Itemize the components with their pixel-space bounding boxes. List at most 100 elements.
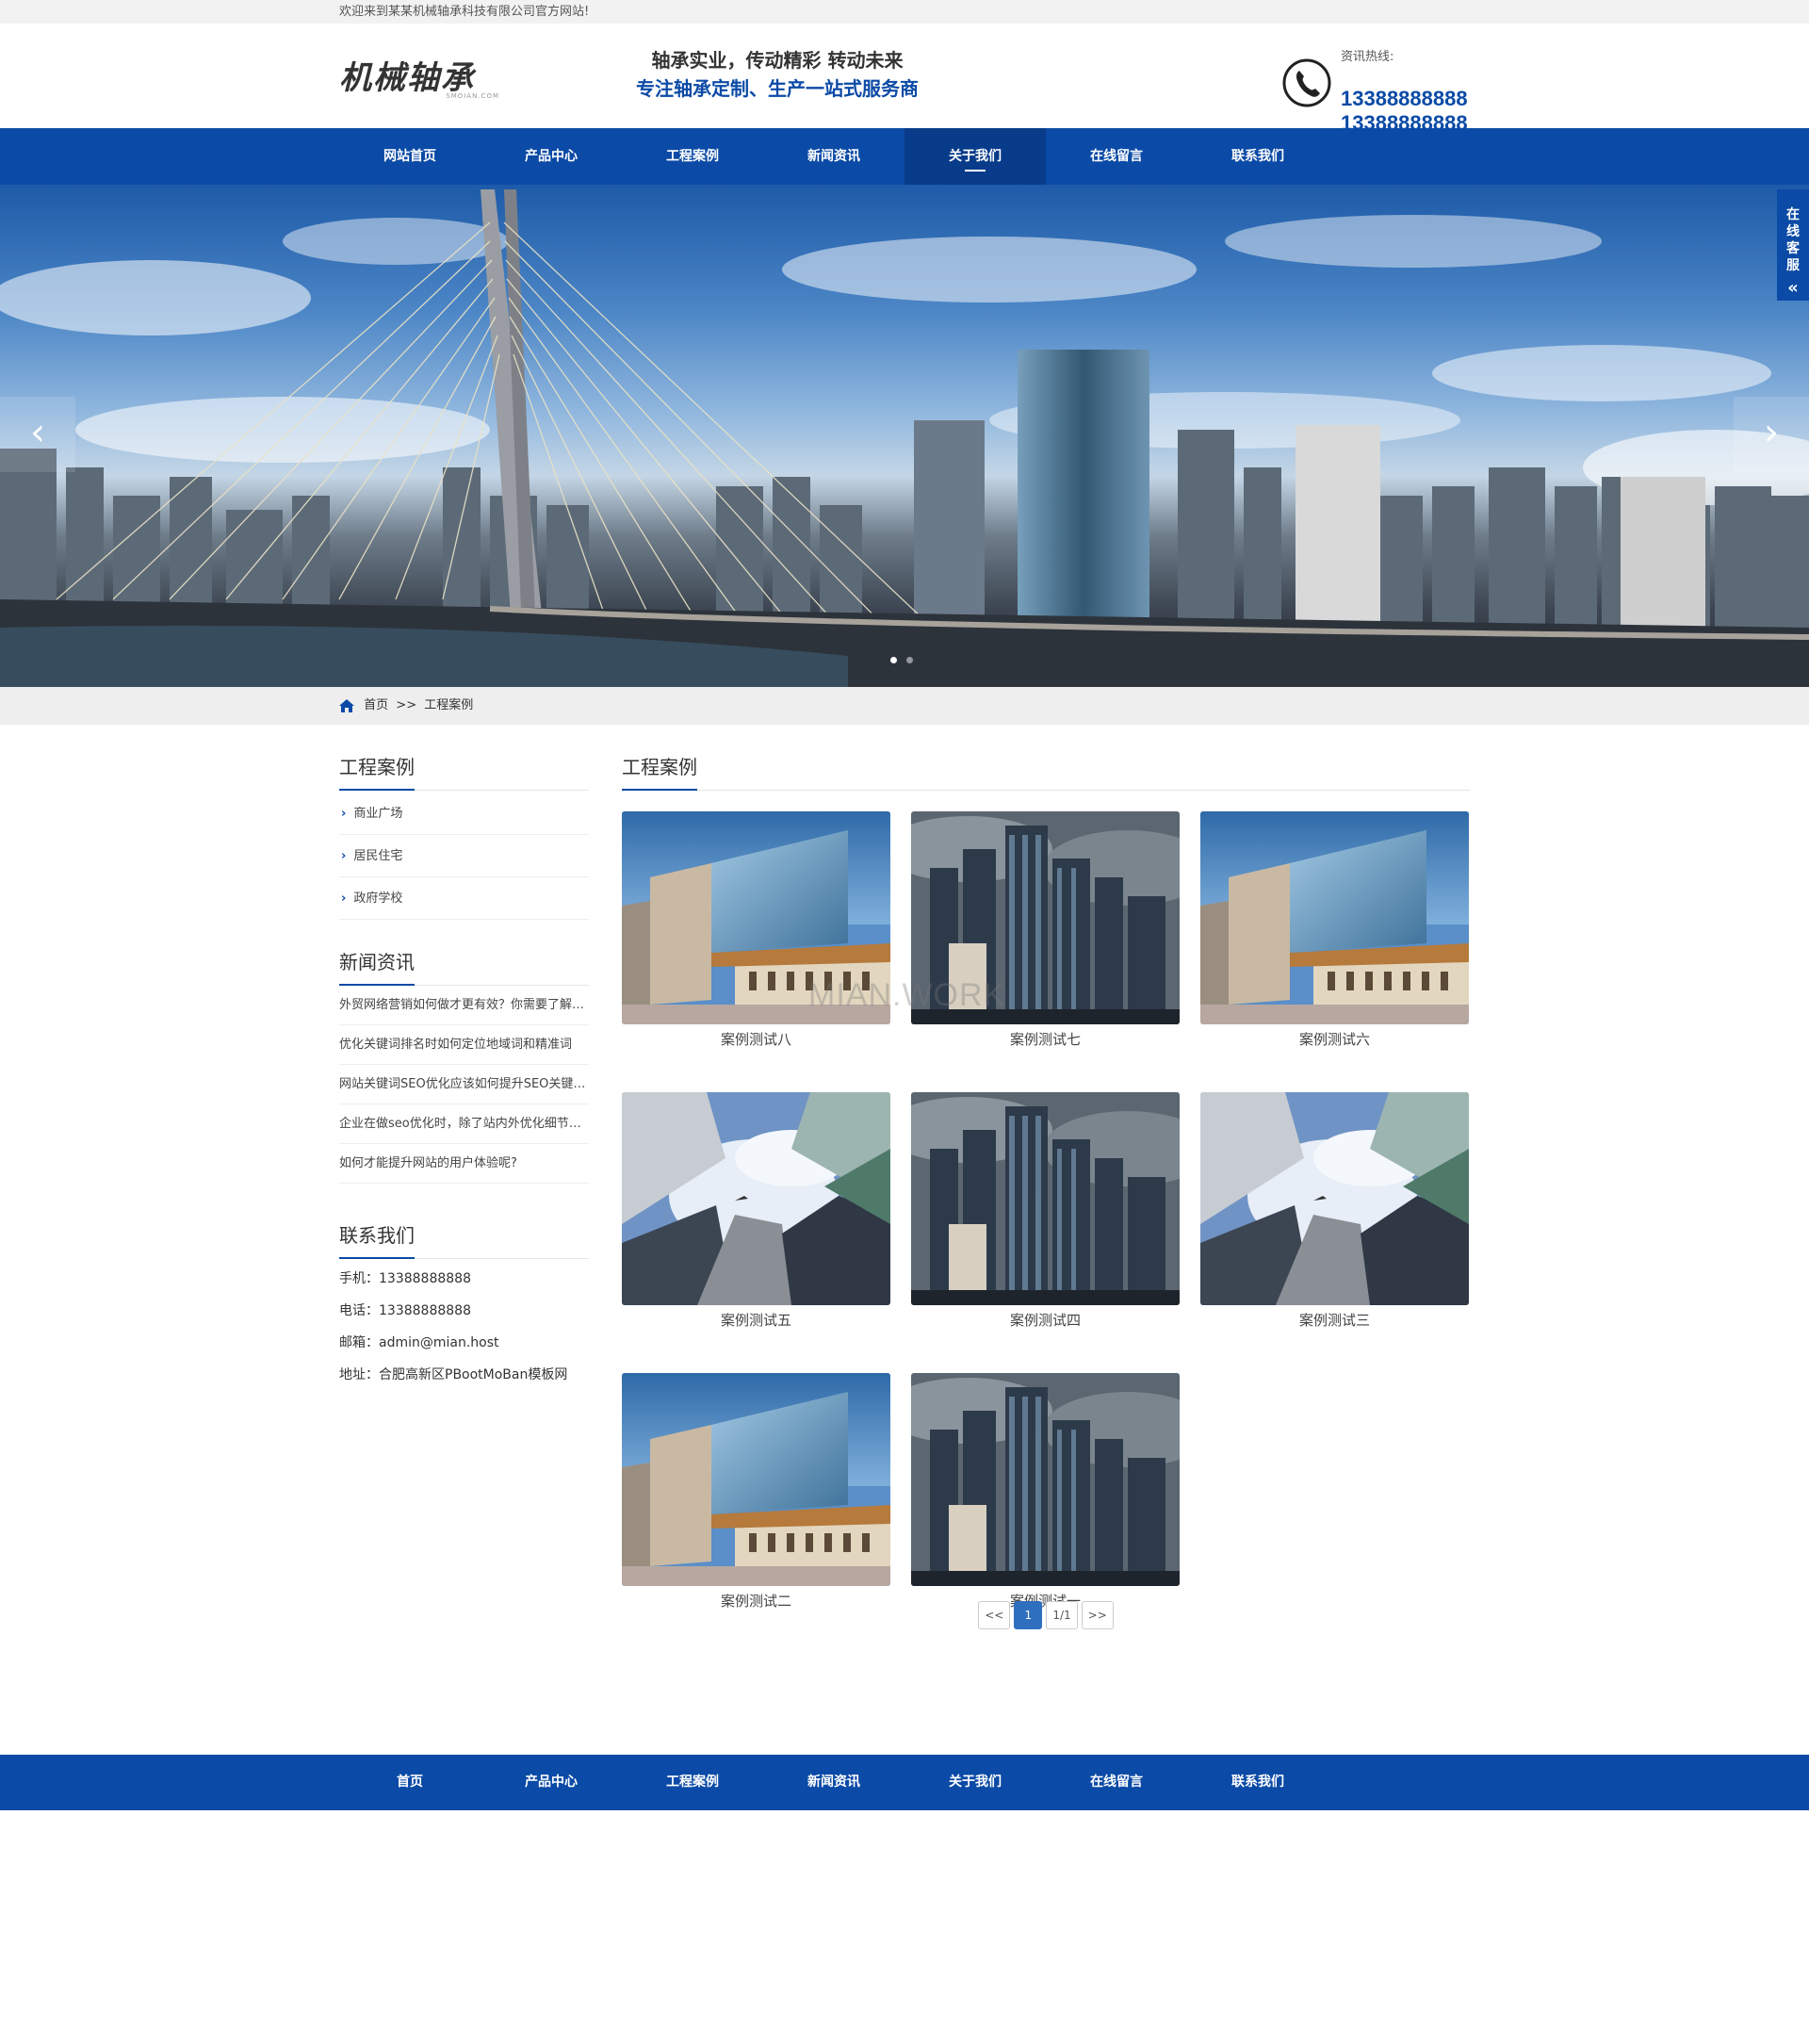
case-caption[interactable]: 案例测试六 [1200,1024,1469,1055]
case-thumbnail-image[interactable] [1200,811,1469,1024]
main-nav: 网站首页 产品中心 工程案例 新闻资讯 关于我们 在线留言 联系我们 [0,128,1809,185]
footer-nav-home[interactable]: 首页 [339,1755,481,1810]
news-list: 外贸网络营销如何做才更有效？你需要了解这些 优化关键词排名时如何定位地域词和精准… [339,986,589,1184]
case-caption[interactable]: 案例测试五 [622,1305,890,1335]
news-item[interactable]: 如何才能提升网站的用户体验呢? [339,1144,589,1184]
case-caption[interactable]: 案例测试四 [911,1305,1180,1335]
sidebar-contact-title: 联系我们 [339,1221,589,1259]
phone-icon [1282,58,1331,107]
chevron-right-icon: › [341,807,347,821]
pager-first-button[interactable]: << [978,1601,1011,1629]
case-caption[interactable]: 案例测试八 [622,1024,890,1055]
slogan-line-2: 专注轴承定制、生产一站式服务商 [636,77,919,100]
banner-dot-1[interactable] [890,657,897,663]
nav-item-news[interactable]: 新闻资讯 [763,128,904,185]
case-thumbnail-image[interactable] [622,811,890,1024]
footer-nav-list: 首页 产品中心 工程案例 新闻资讯 关于我们 在线留言 联系我们 [339,1755,1470,1810]
news-item[interactable]: 外贸网络营销如何做才更有效？你需要了解这些 [339,986,589,1025]
category-item[interactable]: › 商业广场 [339,793,589,835]
case-card[interactable]: 案例测试一 [911,1373,1180,1616]
case-thumbnail-image[interactable] [622,1373,890,1586]
chevron-right-icon: › [341,891,347,906]
category-item[interactable]: › 居民住宅 [339,835,589,877]
hotline-label: 资讯热线: [1341,50,1394,64]
hotline-block: 资讯热线: 13388888888 13388888888 [1281,44,1470,135]
hero-banner: ‹ › 在线客服 « [0,185,1809,687]
case-grid: 案例测试八 案例测试七 案例测试六 案例测试五 案例测试四 案例测试三 案例测试… [622,811,1470,1616]
breadcrumb-home[interactable]: 首页 [364,698,388,712]
case-thumbnail-image[interactable] [911,811,1180,1024]
news-item[interactable]: 企业在做seo优化时，除了站内外优化细节还要注意 [339,1104,589,1144]
nav-item-cases[interactable]: 工程案例 [622,128,763,185]
case-thumbnail-image[interactable] [622,1092,890,1305]
nav-item-home[interactable]: 网站首页 [339,128,481,185]
banner-prev-arrow[interactable]: ‹ [0,397,75,472]
contact-phone: 电话：13388888888 [339,1303,471,1318]
footer-nav-message[interactable]: 在线留言 [1046,1755,1187,1810]
category-label: 商业广场 [353,807,403,821]
contact-mobile: 手机：13388888888 [339,1271,471,1286]
logo-subtext: SMOIAN.COM [446,92,499,100]
footer-nav-cases[interactable]: 工程案例 [622,1755,763,1810]
news-item[interactable]: 优化关键词排名时如何定位地域词和精准词 [339,1025,589,1065]
home-icon [339,698,354,712]
case-card[interactable]: 案例测试六 [1200,811,1469,1055]
case-thumbnail-image[interactable] [911,1373,1180,1586]
news-item[interactable]: 网站关键词SEO优化应该如何提升SEO关键词排名 [339,1065,589,1104]
case-card[interactable]: 案例测试七 [911,811,1180,1055]
service-tab-label: 在线客服 [1786,207,1800,273]
sidebar: 工程案例 › 商业广场 › 居民住宅 › 政府学校 新闻资讯 外贸网络营销如何做才更有… [339,753,589,1391]
breadcrumb-current[interactable]: 工程案例 [424,698,473,712]
category-label: 政府学校 [353,891,403,906]
category-item[interactable]: › 政府学校 [339,877,589,920]
contact-email: 邮箱：admin@mian.host [339,1335,499,1350]
main-nav-list: 网站首页 产品中心 工程案例 新闻资讯 关于我们 在线留言 联系我们 [339,128,1470,185]
case-thumbnail-image[interactable] [911,1092,1180,1305]
banner-dots [890,657,913,663]
case-card[interactable]: 案例测试五 [622,1092,890,1335]
hotline-number-1[interactable]: 13388888888 [1341,87,1468,111]
online-service-tab[interactable]: 在线客服 « [1777,189,1809,301]
slogan-line-1: 轴承实业，传动精彩 转动未来 [651,49,904,72]
banner-dot-2[interactable] [906,657,913,663]
case-card[interactable]: 案例测试三 [1200,1092,1469,1335]
logo-text: 机械轴承 [339,59,475,97]
top-welcome-bar: 欢迎来到某某机械轴承科技有限公司官方网站! [0,0,1809,24]
breadcrumb: 首页 >> 工程案例 [339,687,1470,725]
case-card[interactable]: 案例测试四 [911,1092,1180,1335]
contact-list: 手机：13388888888 电话：13388888888 邮箱：admin@m… [339,1263,589,1391]
pagination: << 1 1/1 >> [622,1601,1470,1629]
case-card[interactable]: 案例测试二 [622,1373,890,1616]
pager-info: 1/1 [1046,1601,1078,1629]
footer-nav-news[interactable]: 新闻资讯 [763,1755,904,1810]
site-logo[interactable]: 机械轴承 SMOIAN.COM [339,52,509,108]
category-label: 居民住宅 [353,849,403,863]
case-card[interactable]: 案例测试八 [622,811,890,1055]
sidebar-news-title: 新闻资讯 [339,948,589,986]
case-caption[interactable]: 案例测试三 [1200,1305,1469,1335]
pager-page-current[interactable]: 1 [1014,1601,1043,1629]
chevron-right-icon: › [341,849,347,863]
banner-next-arrow[interactable]: › [1734,397,1809,472]
case-content: 工程案例 案例测试八 案例测试七 案例测试六 案例测试五 案例测试四 案例测试三… [622,753,1470,1629]
welcome-text: 欢迎来到某某机械轴承科技有限公司官方网站! [339,5,590,19]
footer-nav-contact[interactable]: 联系我们 [1187,1755,1328,1810]
case-caption[interactable]: 案例测试七 [911,1024,1180,1055]
nav-item-products[interactable]: 产品中心 [481,128,622,185]
main-content: 工程案例 › 商业广场 › 居民住宅 › 政府学校 新闻资讯 外贸网络营销如何做才更有… [339,725,1470,1755]
contact-address: 地址：合肥高新区PBootMoBan模板网 [339,1367,568,1382]
sidebar-categories-title: 工程案例 [339,753,589,791]
nav-item-contact[interactable]: 联系我们 [1187,128,1328,185]
content-title: 工程案例 [622,753,1470,791]
site-header: 机械轴承 SMOIAN.COM 轴承实业，传动精彩 转动未来 专注轴承定制、生产… [0,24,1809,135]
nav-item-about[interactable]: 关于我们 [904,128,1046,185]
breadcrumb-separator: >> [396,698,417,712]
footer-nav-about[interactable]: 关于我们 [904,1755,1046,1810]
case-thumbnail-image[interactable] [1200,1092,1469,1305]
nav-item-message[interactable]: 在线留言 [1046,128,1187,185]
footer-nav-products[interactable]: 产品中心 [481,1755,622,1810]
breadcrumb-bar: 首页 >> 工程案例 [0,687,1809,725]
pager-last-button[interactable]: >> [1081,1601,1114,1629]
footer-nav: 首页 产品中心 工程案例 新闻资讯 关于我们 在线留言 联系我们 [0,1755,1809,1810]
double-chevron-left-icon: « [1787,278,1799,298]
